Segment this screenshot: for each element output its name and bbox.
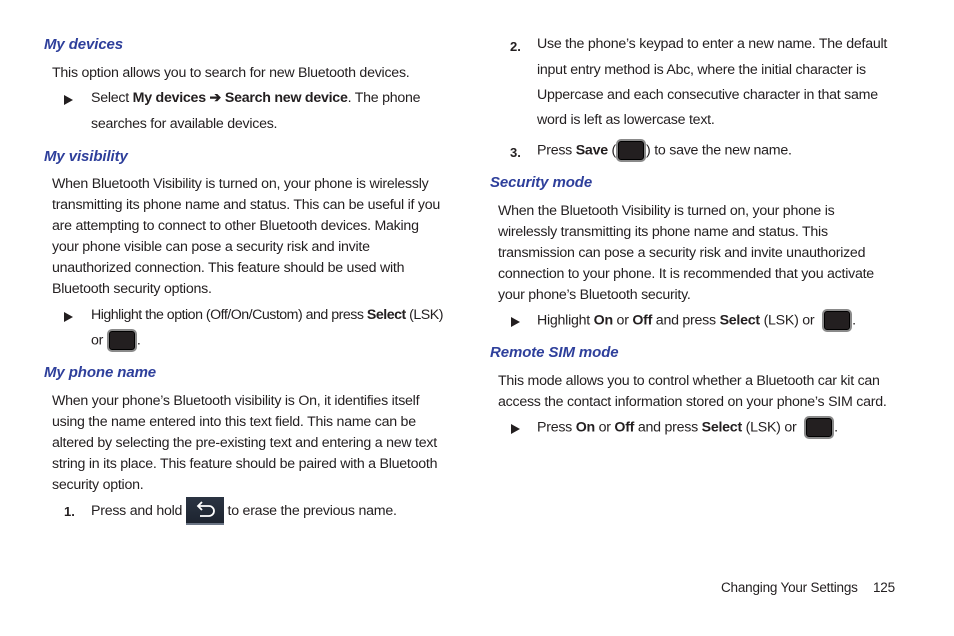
bullet-text: Select My devices ➔ Search new device. T… bbox=[91, 90, 421, 106]
menu-path: Search new device bbox=[224, 90, 348, 106]
text: Press and hold bbox=[91, 503, 186, 519]
bullet-text: Highlight the option (Off/On/Custom) and… bbox=[91, 307, 443, 323]
heading-my-devices: My devices bbox=[44, 36, 124, 53]
text: . The phone bbox=[347, 90, 421, 106]
paragraph-line: When Bluetooth Visibility is turned on, … bbox=[52, 176, 429, 192]
bullet-arrow-icon bbox=[64, 95, 73, 105]
step-line: word is left as lowercase text. bbox=[537, 112, 715, 128]
text: and press bbox=[634, 419, 702, 436]
paragraph-line: This mode allows you to control whether … bbox=[498, 373, 880, 389]
text: or bbox=[91, 332, 107, 349]
text: (LSK) or bbox=[741, 419, 801, 436]
step-line: Use the phone’s keypad to enter a new na… bbox=[537, 36, 888, 52]
paragraph-line: unauthorized connection. This feature sh… bbox=[52, 260, 405, 276]
paragraph-line: Bluetooth security options. bbox=[52, 281, 212, 297]
text: and press bbox=[652, 312, 720, 329]
save-key-icon bbox=[616, 139, 647, 162]
step-number: 1. bbox=[64, 504, 75, 519]
save-label: Save bbox=[575, 142, 608, 159]
on-label: On bbox=[575, 419, 595, 436]
step-line: input entry method is Abc, where the ini… bbox=[537, 62, 866, 78]
paragraph-line: access the contact information stored on… bbox=[498, 394, 887, 410]
page-number: 125 bbox=[873, 580, 895, 595]
paragraph-line: string in its place. This feature should… bbox=[52, 456, 438, 472]
ok-key-icon bbox=[106, 329, 137, 352]
bullet-text-continued: searches for available devices. bbox=[91, 116, 278, 132]
bullet-arrow-icon bbox=[511, 317, 520, 327]
text: Highlight bbox=[537, 312, 594, 329]
paragraph-line: security option. bbox=[52, 477, 144, 493]
select-label: Select bbox=[719, 312, 761, 329]
ok-key-icon bbox=[822, 309, 853, 332]
step-text: Press and hold to erase the previous nam… bbox=[91, 497, 397, 525]
bullet-arrow-icon bbox=[64, 312, 73, 322]
select-label: Select bbox=[366, 307, 406, 323]
text: ( bbox=[607, 142, 617, 159]
off-label: Off bbox=[632, 312, 653, 329]
paragraph-line: connection to your phone. It is recommen… bbox=[498, 266, 874, 282]
bullet-arrow-icon bbox=[511, 424, 520, 434]
arrow: ➔ bbox=[205, 90, 225, 106]
back-key-icon bbox=[185, 497, 224, 525]
text: (LSK) bbox=[405, 307, 443, 323]
text: or bbox=[612, 312, 633, 329]
paragraph-line: are attempting to connect to other Bluet… bbox=[52, 218, 419, 234]
text: Press bbox=[537, 419, 576, 436]
text: . bbox=[136, 332, 141, 349]
on-label: On bbox=[593, 312, 613, 329]
heading-remote-sim-mode: Remote SIM mode bbox=[490, 344, 619, 361]
paragraph-line: transmission can pose a security risk an… bbox=[498, 245, 866, 261]
text: ) to save the new name. bbox=[646, 142, 792, 159]
text: Press bbox=[537, 142, 576, 159]
heading-my-visibility: My visibility bbox=[44, 148, 128, 165]
text: or bbox=[594, 419, 615, 436]
step-line: Uppercase and each consecutive character… bbox=[537, 87, 878, 103]
paragraph-line: your phone’s Bluetooth security. bbox=[498, 287, 691, 303]
menu-path: My devices bbox=[132, 90, 206, 106]
text: . bbox=[834, 419, 838, 436]
text: . bbox=[852, 312, 856, 329]
paragraph-line: altered by selecting the pre-existing te… bbox=[52, 435, 437, 451]
step-number: 3. bbox=[510, 145, 521, 160]
ok-key-icon bbox=[804, 416, 835, 439]
text: Highlight the option (Off/On/Custom) and… bbox=[91, 307, 367, 323]
bullet-text: Press On or Off and press Select (LSK) o… bbox=[537, 416, 838, 439]
paragraph-line: When your phone’s Bluetooth visibility i… bbox=[52, 393, 420, 409]
paragraph-line: When the Bluetooth Visibility is turned … bbox=[498, 203, 835, 219]
step-text: Press Save ( ) to save the new name. bbox=[537, 139, 792, 162]
bullet-text-continued: or . bbox=[91, 329, 141, 352]
step-number: 2. bbox=[510, 39, 521, 54]
paragraph-line: transmitting its phone name and status. … bbox=[52, 197, 441, 213]
select-label: Select bbox=[701, 419, 743, 436]
text: to erase the previous name. bbox=[223, 503, 397, 519]
off-label: Off bbox=[614, 419, 635, 436]
bullet-text: Highlight On or Off and press Select (LS… bbox=[537, 309, 856, 332]
text: Select bbox=[91, 90, 133, 106]
paragraph-line: This option allows you to search for new… bbox=[52, 65, 410, 81]
paragraph-line: your phone visible can pose a security r… bbox=[52, 239, 370, 255]
heading-security-mode: Security mode bbox=[490, 174, 593, 191]
text: (LSK) or bbox=[759, 312, 819, 329]
paragraph-line: using the name entered into this text fi… bbox=[52, 414, 416, 430]
footer-section-title: Changing Your Settings bbox=[721, 580, 858, 595]
paragraph-line: wirelessly transmitting its phone name a… bbox=[498, 224, 828, 240]
heading-my-phone-name: My phone name bbox=[44, 364, 157, 381]
